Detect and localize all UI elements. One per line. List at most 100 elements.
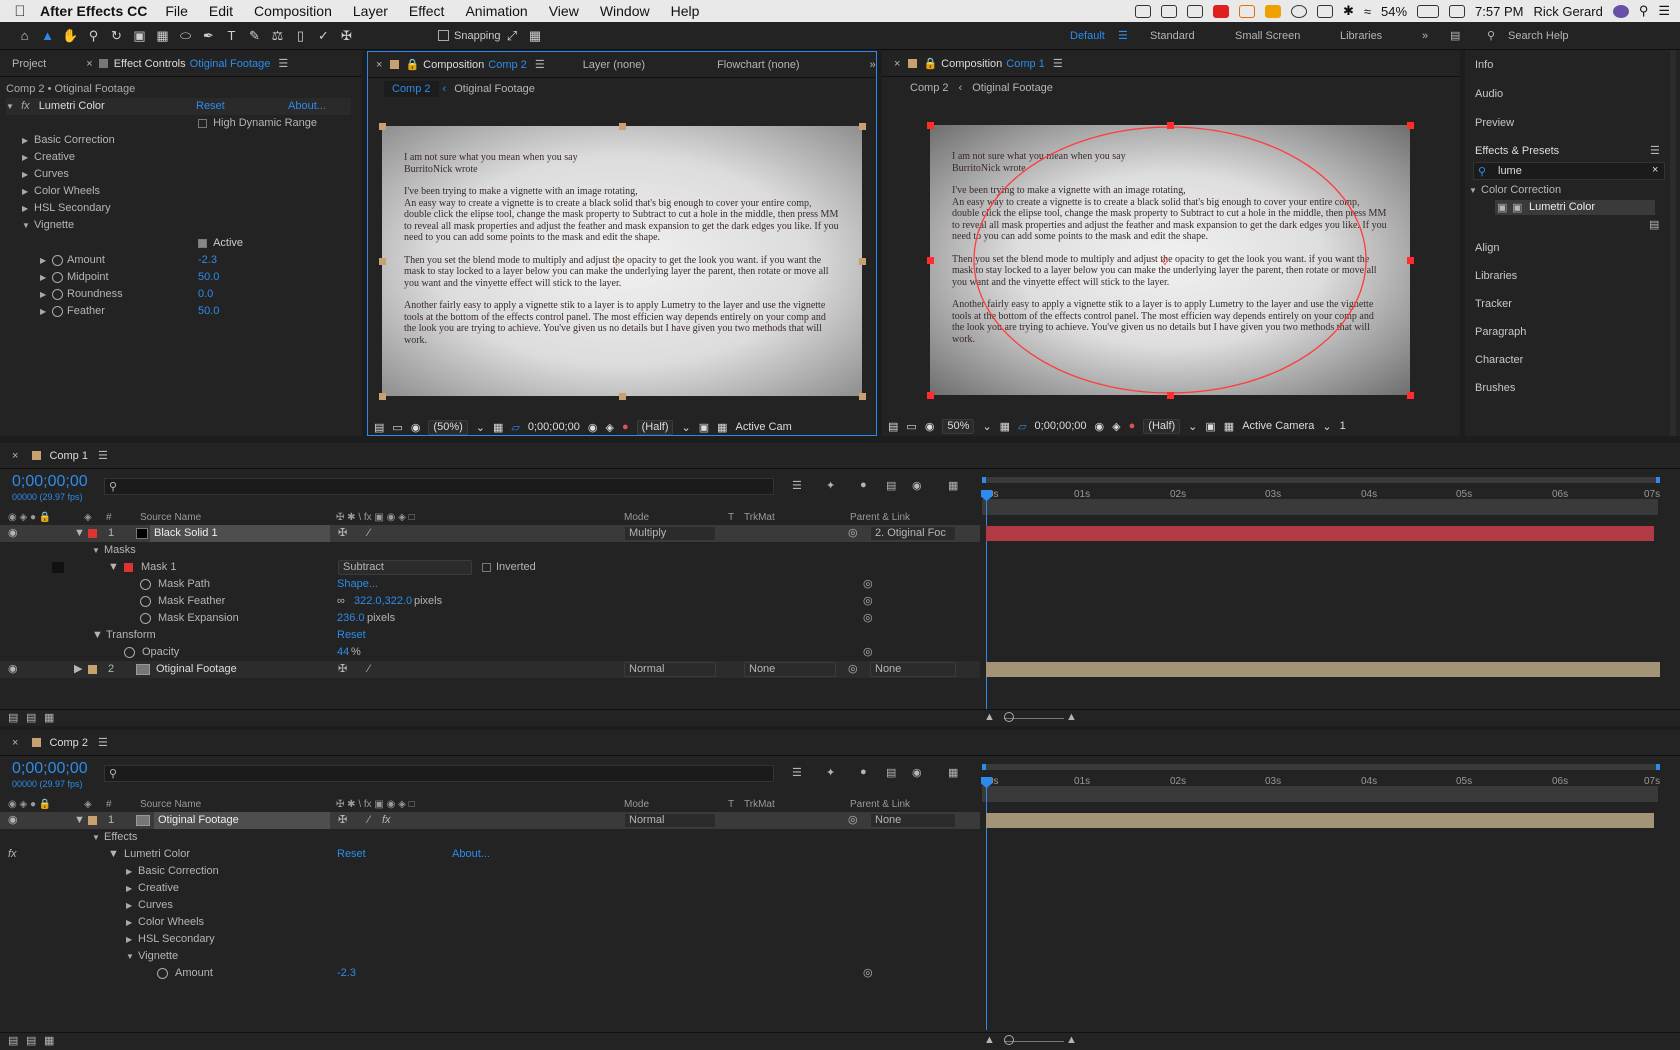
constrain-link-icon[interactable]: ∞ [337,593,345,610]
eye-icon[interactable]: ◉ [8,525,18,542]
time-machine-icon[interactable] [1290,4,1307,18]
menu-help[interactable]: Help [671,3,700,19]
menu-effect[interactable]: Effect [409,3,445,19]
roto-brush-tool-icon[interactable]: ✓ [315,27,332,44]
panel-menu-icon[interactable]: ☰ [98,449,108,462]
solid-handle[interactable] [927,392,934,399]
shy-switch-icon[interactable]: ✠ [338,525,347,542]
notification-center-icon[interactable]: ☰ [1658,3,1670,19]
mask1-row[interactable]: ▼ Mask 1 Subtract Inverted [0,559,980,576]
work-area-bar[interactable] [982,477,1660,483]
lumetri-about[interactable]: About... [452,846,490,863]
amount-value[interactable]: -2.3 [198,252,217,269]
tab-project[interactable]: Project [12,58,46,70]
shy-switch-icon[interactable]: ✠ [338,661,347,678]
amount-value[interactable]: -2.3 [337,965,356,982]
lock-icon[interactable] [98,59,108,68]
panel-align[interactable]: Align [1475,242,1499,254]
apple-icon[interactable]:  [0,3,40,20]
layer-row-original-footage[interactable]: ◉ ▶ 2 Otiginal Footage ✠ ⁄ Normal None ◎… [0,661,980,678]
masks-group[interactable]: ▼ Masks [92,542,136,559]
tab-composition[interactable]: Composition [941,58,1002,70]
midpoint-value[interactable]: 50.0 [198,269,219,286]
views-dropdown[interactable]: 1 [1340,420,1346,432]
safe-areas-icon[interactable]: ▦ [493,421,503,434]
tl-group-basic-correction[interactable]: ▶ Basic Correction [126,863,219,880]
zoom-dropdown[interactable]: (50%) [428,419,468,435]
panel-audio[interactable]: Audio [1475,88,1503,100]
work-area-track[interactable] [982,786,1658,802]
panel-menu-icon[interactable]: ☰ [278,57,288,70]
mask-visibility-icon[interactable]: ◉ [411,421,421,434]
group-hsl-secondary[interactable]: ▶ HSL Secondary [22,200,362,217]
tl-group-color-wheels[interactable]: ▶ Color Wheels [126,914,204,931]
brush-tool-icon[interactable]: ✎ [246,27,263,44]
time-ruler[interactable]: 0s 01s 02s 03s 04s 05s 06s 07s [980,764,1660,787]
layer-handle[interactable] [859,123,866,130]
hand-tool-icon[interactable]: ✋ [62,27,79,44]
region-of-interest-icon[interactable]: ▣ [1205,420,1215,433]
panel-preview[interactable]: Preview [1475,117,1514,129]
mode-dropdown[interactable]: Normal [624,813,716,828]
layer-handle[interactable] [379,123,386,130]
toggle-switches-icon[interactable]: ▤ [8,1034,18,1047]
puppet-tool-icon[interactable]: ✠ [338,27,355,44]
mode-dropdown[interactable]: Normal [624,662,716,677]
fx-icon[interactable]: fx [8,846,17,863]
workspace-small-screen[interactable]: Small Screen [1235,22,1300,50]
camera-dropdown[interactable]: Active Cam [736,421,792,433]
current-time[interactable]: 0;00;00;00 [1035,420,1087,432]
fx-icon[interactable]: fx [21,100,30,112]
composition-mini-flowchart-icon[interactable]: ☰ [792,766,802,779]
always-preview-icon[interactable]: ▤ [888,420,898,433]
layer-handle[interactable] [619,393,626,400]
expression-icon[interactable]: ◎ [863,610,873,627]
sync-icon[interactable]: ▤ [1450,22,1460,50]
fx-switch-icon[interactable]: fx [382,812,391,829]
pickwhip-icon[interactable]: ◎ [848,812,858,829]
close-tab-icon[interactable]: × [12,737,18,749]
draft-3d-icon[interactable]: ✦ [826,766,835,779]
zoom-slider-thumb[interactable] [1004,712,1014,722]
group-vignette[interactable]: ▼ Vignette [22,217,362,234]
rotate-tool-icon[interactable]: ↻ [108,27,125,44]
tl-group-creative[interactable]: ▶ Creative [126,880,179,897]
shy-layers-icon[interactable]: ● [860,479,867,491]
feather-value[interactable]: 50.0 [198,303,219,320]
creative-cloud-icon[interactable] [1160,4,1177,18]
time-ruler[interactable]: 0s 01s 02s 03s 04s 05s 06s 07s [980,477,1660,500]
scrollbar[interactable] [1670,50,1676,436]
tab-comp-name[interactable]: Comp 2 [488,59,527,71]
region-of-interest-icon[interactable]: ▣ [699,421,709,434]
panel-menu-icon[interactable]: ☰ [535,58,545,71]
wifi-icon[interactable]: ≈ [1364,4,1371,19]
panel-brushes[interactable]: Brushes [1475,382,1515,394]
shy-switch-icon[interactable]: ✠ [338,812,347,829]
pickwhip-icon[interactable]: ◎ [848,525,858,542]
snap-grid-icon[interactable]: ▦ [527,27,544,44]
tab-effect-controls[interactable]: Effect Controls [114,58,186,70]
pickwhip-icon[interactable]: ◎ [848,661,858,678]
mask-color[interactable] [124,563,133,572]
zoom-dropdown[interactable]: 50% [942,418,975,434]
anchor-point-icon[interactable]: ◊ [614,255,620,269]
search-help-icon[interactable]: ⚲ [1487,22,1495,50]
timeline-tab[interactable]: Comp 1 [49,450,88,462]
parent-dropdown[interactable]: 2. Otiginal Foc [870,526,956,541]
group-color-wheels[interactable]: ▶ Color Wheels [22,183,362,200]
chevron-down-icon[interactable]: ⌄ [476,421,485,434]
lock-icon[interactable]: 🔒 [923,57,937,70]
graph-editor-icon[interactable]: ▦ [948,479,958,492]
type-tool-icon[interactable]: T [223,27,240,44]
effects-group[interactable]: ▼ Effects [92,829,137,846]
draft-3d-icon[interactable]: ✦ [826,479,835,492]
toggle-switches-icon[interactable]: ▤ [8,711,18,724]
mask-visibility-icon[interactable]: ◉ [925,420,935,433]
date-icon[interactable] [1449,4,1466,18]
timeline-search-input[interactable]: ⚲ [104,478,774,495]
always-preview-icon[interactable]: ▤ [374,421,384,434]
motion-blur-icon[interactable]: ◉ [912,766,922,779]
toggle-duration-icon[interactable]: ▦ [44,711,54,724]
transform-row[interactable]: ▼ Transform Reset [0,627,980,644]
snapping-checkbox[interactable] [438,30,449,41]
